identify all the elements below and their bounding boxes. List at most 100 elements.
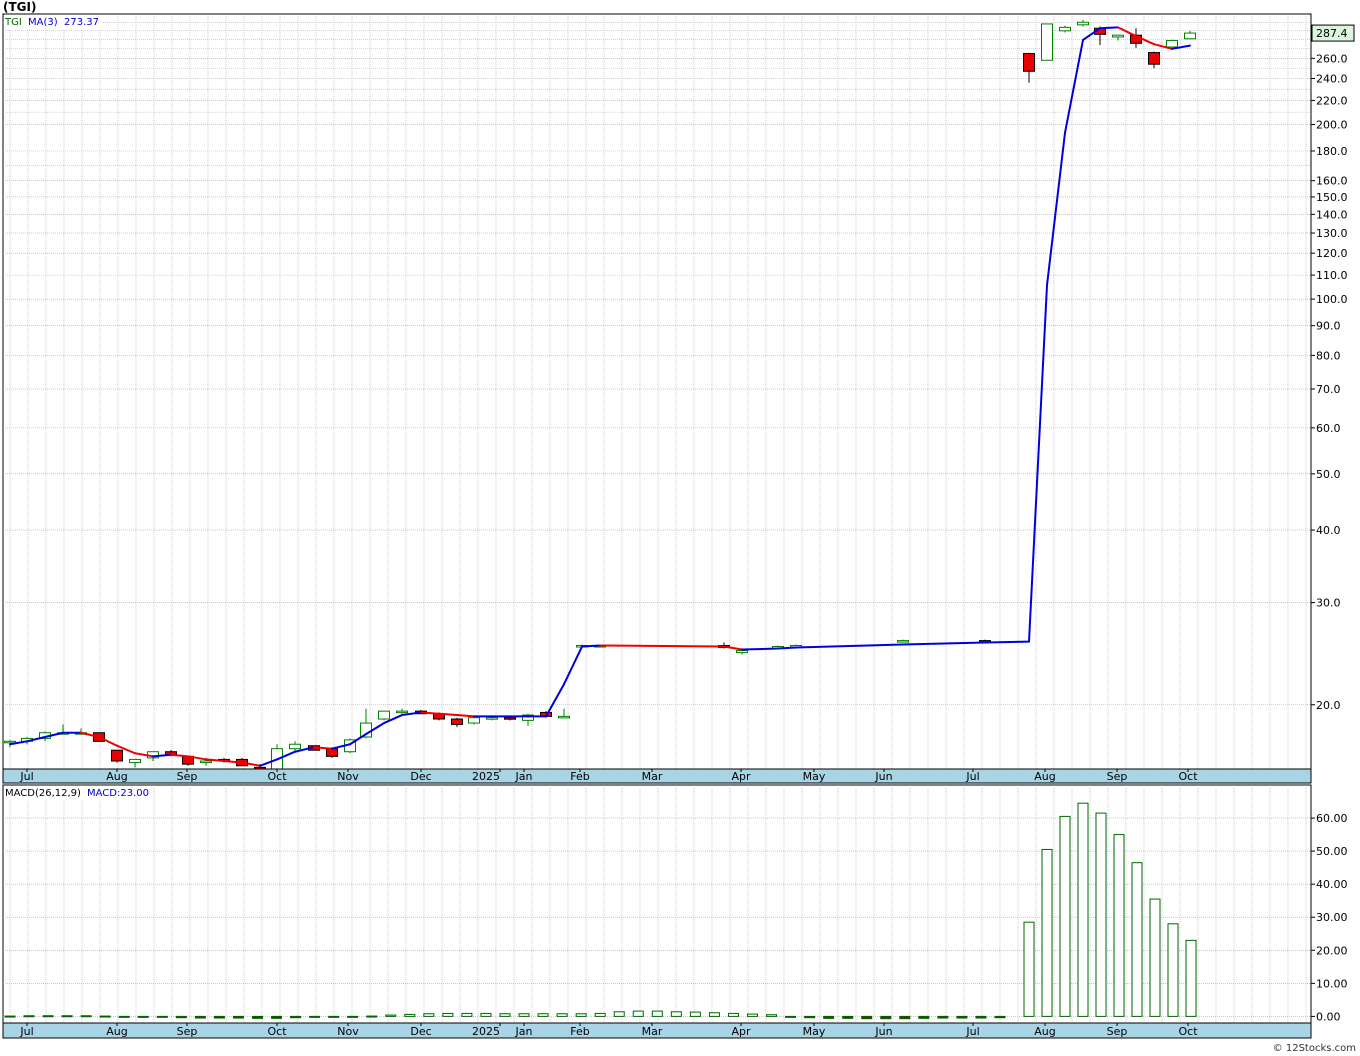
candle-up: [200, 760, 212, 764]
date-label: Sep: [177, 770, 198, 783]
macd-bar: [480, 1012, 492, 1017]
macd-bar: [1185, 939, 1197, 1017]
date-label: Sep: [1107, 770, 1128, 783]
price-tick-label: 160.0: [1316, 175, 1348, 188]
price-tick-label: 130.0: [1316, 227, 1348, 240]
macd-bar: [556, 1013, 568, 1017]
ma3-segment: [456, 714, 475, 718]
ma3-segment: [741, 647, 779, 651]
price-tick-label: 180.0: [1316, 145, 1348, 158]
macd-bar: [42, 1015, 54, 1018]
macd-bar: [632, 1010, 644, 1017]
date-label: Aug: [106, 1025, 127, 1038]
macd-bar: [727, 1012, 739, 1017]
macd-bar: [80, 1015, 92, 1018]
date-label: Oct: [267, 770, 287, 783]
date-label: May: [803, 1025, 826, 1038]
macd-bar: [994, 1015, 1006, 1019]
candle-down: [326, 748, 338, 757]
price-tick-label: 100.0: [1316, 293, 1348, 306]
candle-up: [486, 717, 498, 720]
macd-bar: [708, 1012, 720, 1017]
price-tick-label: 150.0: [1316, 191, 1348, 204]
legend-ma-label: MA(3): [28, 17, 58, 28]
date-label: Jan: [515, 1025, 533, 1038]
date-label: Oct: [1178, 1025, 1198, 1038]
macd-bar: [785, 1015, 797, 1018]
candle-up: [558, 715, 570, 719]
date-label: Sep: [177, 1025, 198, 1038]
candle-up: [1184, 32, 1196, 40]
date-label: 2025: [472, 770, 500, 783]
candle-up: [1041, 23, 1053, 61]
macd-bar: [347, 1015, 359, 1018]
candle-up: [396, 710, 408, 714]
date-label: Jun: [874, 770, 892, 783]
macd-tick-label: 50.00: [1316, 845, 1348, 858]
price-tick-label: 120.0: [1316, 247, 1348, 260]
legend-ticker: TGI: [4, 17, 22, 28]
macd-bar: [689, 1011, 701, 1017]
date-label: Dec: [410, 770, 431, 783]
macd-tick-label: 10.00: [1316, 977, 1348, 990]
macd-bar: [518, 1013, 530, 1017]
price-tick-label: 220.0: [1316, 94, 1348, 107]
macd-tick-label: 30.00: [1316, 911, 1348, 924]
candle-up: [468, 717, 480, 724]
date-label: Jan: [515, 770, 533, 783]
macd-bar: [461, 1012, 473, 1017]
macd-bar: [1023, 921, 1035, 1017]
date-label: Aug: [1034, 770, 1055, 783]
date-label: Feb: [570, 770, 589, 783]
ma3-segment: [420, 711, 440, 715]
date-label: Oct: [1178, 770, 1198, 783]
macd-bar: [670, 1011, 682, 1017]
ma3-segment: [438, 712, 458, 717]
macd-bar: [194, 1015, 206, 1019]
candle-up: [897, 640, 909, 643]
candle-down: [1023, 53, 1035, 72]
date-label: Oct: [267, 1025, 287, 1038]
date-label: Sep: [1107, 1025, 1128, 1038]
price-tick-label: 260.0: [1316, 52, 1348, 65]
price-panel-frame: [2, 13, 1312, 770]
macd-bar: [766, 1014, 778, 1017]
macd-bar: [1149, 898, 1161, 1017]
date-label: Feb: [570, 1025, 589, 1038]
price-tick-label: 70.0: [1316, 383, 1341, 396]
macd-bar: [423, 1013, 435, 1017]
date-label: Mar: [642, 1025, 663, 1038]
macd-bar: [594, 1012, 606, 1017]
price-tick-label: 110.0: [1316, 269, 1348, 282]
macd-bar: [1167, 923, 1179, 1017]
macd-bar: [137, 1015, 149, 1018]
candle-up: [1077, 21, 1089, 26]
ma3-segment: [984, 640, 1030, 644]
price-tick-label: 30.0: [1316, 597, 1341, 610]
price-tick-label: 200.0: [1316, 118, 1348, 131]
candle-up: [378, 710, 390, 720]
price-tick-label: 240.0: [1316, 73, 1348, 86]
date-label: Aug: [106, 770, 127, 783]
candle-up: [1112, 34, 1124, 38]
macd-bar: [99, 1015, 111, 1018]
macd-bar: [4, 1015, 16, 1018]
macd-bar: [290, 1015, 302, 1019]
macd-bar: [575, 1013, 587, 1017]
date-label: Jul: [965, 770, 979, 783]
date-label: Mar: [642, 770, 663, 783]
price-tick-label: 20.0: [1316, 699, 1341, 712]
candle-up: [289, 743, 301, 750]
candle-down: [1148, 52, 1160, 65]
date-label: May: [803, 770, 826, 783]
candle-down: [504, 717, 516, 720]
date-label: Aug: [1034, 1025, 1055, 1038]
macd-bar: [442, 1012, 454, 1017]
candle-down: [451, 718, 463, 725]
date-label: 2025: [472, 1025, 500, 1038]
date-label: Apr: [731, 1025, 751, 1038]
macd-bar: [175, 1015, 187, 1019]
macd-bar: [232, 1015, 244, 1019]
macd-tick-label: 20.00: [1316, 944, 1348, 957]
macd-bar: [252, 1015, 263, 1019]
